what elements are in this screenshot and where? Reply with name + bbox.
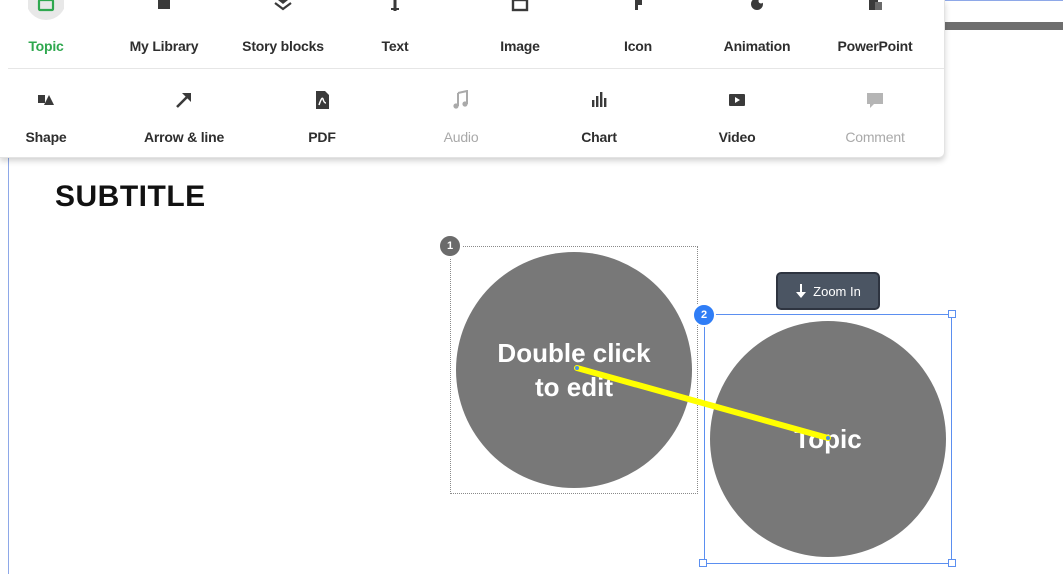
toolbar-divider bbox=[8, 68, 944, 69]
resize-handle-bottom-left[interactable] bbox=[699, 559, 707, 567]
arrow-icon bbox=[176, 93, 191, 108]
animation-tool-label: Animation bbox=[723, 38, 791, 54]
pdf-icon bbox=[316, 91, 329, 109]
chart-tool-label: Chart bbox=[581, 129, 617, 145]
arrow-line-tool-button[interactable]: Arrow & line bbox=[134, 88, 234, 148]
video-tool-label: Video bbox=[718, 129, 756, 145]
text-icon bbox=[391, 0, 399, 11]
image-tool-label: Image bbox=[500, 38, 540, 54]
insert-panel: Topic My Library Story blocks Text Image… bbox=[0, 0, 945, 158]
chart-tool-button[interactable]: Chart bbox=[569, 88, 629, 148]
library-icon bbox=[158, 0, 170, 9]
my-library-tool-button[interactable]: My Library bbox=[119, 0, 209, 60]
powerpoint-icon bbox=[869, 0, 882, 10]
topic-tool-label: Topic bbox=[28, 38, 64, 54]
topic-tool-button[interactable]: Topic bbox=[6, 0, 86, 60]
topic-1-circle[interactable]: Double click to edit bbox=[456, 252, 692, 488]
resize-handle-bottom-right[interactable] bbox=[948, 559, 956, 567]
audio-tool-label: Audio bbox=[443, 129, 479, 145]
topic-icon bbox=[28, 0, 64, 20]
pdf-tool-button[interactable]: PDF bbox=[292, 88, 352, 148]
text-tool-button[interactable]: Text bbox=[365, 0, 425, 60]
canvas-scroll-bar bbox=[944, 22, 1063, 30]
pdf-tool-label: PDF bbox=[308, 129, 336, 145]
video-tool-button[interactable]: Video bbox=[707, 88, 767, 148]
icon-tool-button[interactable]: Icon bbox=[608, 0, 668, 60]
icon-icon bbox=[635, 0, 642, 10]
topic-1-order-badge: 1 bbox=[438, 234, 462, 258]
zoom-in-button[interactable]: Zoom In bbox=[776, 272, 880, 310]
shape-tool-label: Shape bbox=[25, 129, 67, 145]
image-tool-button[interactable]: Image bbox=[490, 0, 550, 60]
story-blocks-icon bbox=[274, 0, 292, 11]
my-library-tool-label: My Library bbox=[129, 38, 199, 54]
topic-2-selection-box bbox=[704, 314, 952, 564]
text-tool-label: Text bbox=[381, 38, 409, 54]
shape-icon bbox=[38, 95, 54, 105]
icon-tool-label: Icon bbox=[624, 38, 652, 54]
image-icon bbox=[511, 0, 529, 12]
slide-subtitle[interactable]: SUBTITLE bbox=[55, 180, 206, 214]
resize-handle-top-right[interactable] bbox=[948, 310, 956, 318]
comment-tool-button[interactable]: Comment bbox=[835, 88, 915, 148]
video-icon bbox=[729, 94, 745, 106]
chart-icon bbox=[592, 92, 607, 107]
topic-2-order-badge: 2 bbox=[692, 303, 716, 327]
powerpoint-tool-button[interactable]: PowerPoint bbox=[825, 0, 925, 60]
animation-icon bbox=[751, 0, 764, 10]
topic-1-text-line2: to edit bbox=[535, 372, 613, 402]
audio-icon bbox=[453, 90, 468, 109]
animation-tool-button[interactable]: Animation bbox=[712, 0, 802, 60]
shape-tool-button[interactable]: Shape bbox=[16, 88, 76, 148]
topic-1-text-line1: Double click bbox=[497, 338, 651, 368]
comment-tool-label: Comment bbox=[845, 129, 905, 145]
powerpoint-tool-label: PowerPoint bbox=[837, 38, 913, 54]
story-blocks-tool-label: Story blocks bbox=[242, 38, 324, 54]
story-blocks-tool-button[interactable]: Story blocks bbox=[233, 0, 333, 60]
arrow-line-tool-label: Arrow & line bbox=[143, 129, 225, 145]
zoom-in-arrow-icon bbox=[796, 284, 807, 298]
zoom-in-label: Zoom In bbox=[813, 283, 861, 299]
comment-icon bbox=[867, 93, 883, 108]
audio-tool-button[interactable]: Audio bbox=[431, 88, 491, 148]
